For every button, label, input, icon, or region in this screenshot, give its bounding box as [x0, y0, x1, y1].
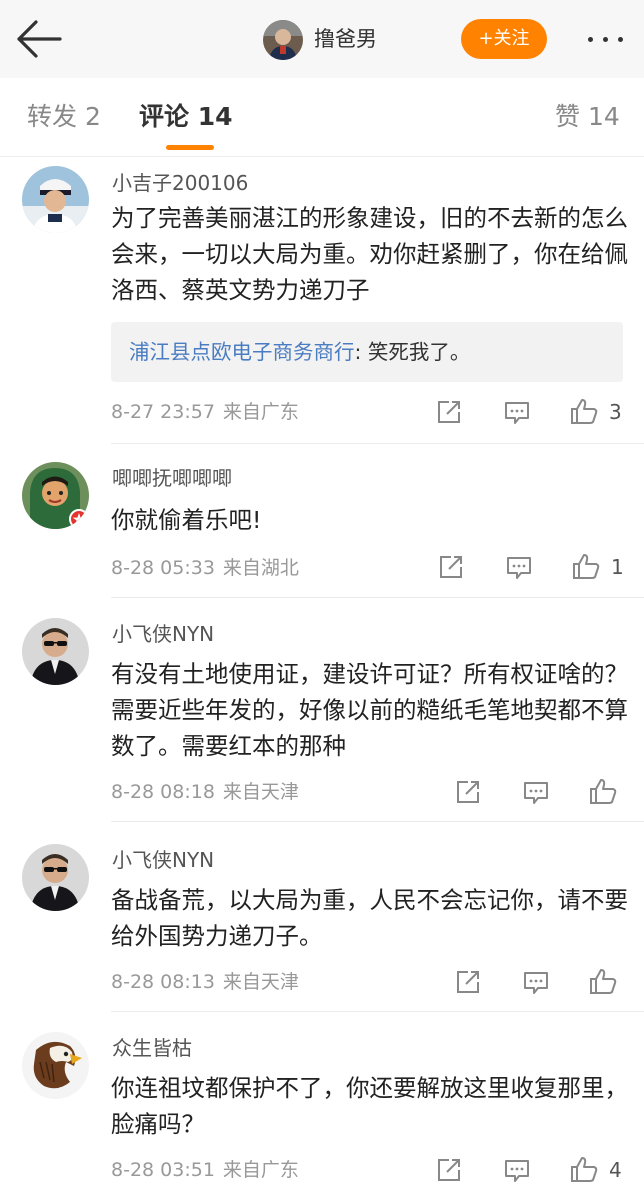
comment-text: 为了完善美丽湛江的形象建设，旧的不去新的怎么会来，一切以大局为重。劝你赶紧删了，… — [111, 204, 628, 304]
tab-reposts[interactable]: 转发 2 — [27, 100, 101, 134]
comment-location: 来自天津 — [222, 781, 299, 803]
like-count: 1 — [611, 555, 624, 579]
repost-icon[interactable] — [436, 1157, 462, 1187]
weibo-comments-page: 撸爸男 +关注 转发 2 评论 14 赞 14 小吉子200106 为了完善美丽… — [0, 0, 644, 1200]
comment-time: 8-28 05:33 — [111, 557, 215, 579]
comment-icon[interactable] — [503, 400, 531, 430]
tab-comments[interactable]: 评论 14 — [139, 100, 233, 134]
commenter-avatar[interactable] — [22, 1032, 89, 1099]
like-icon[interactable] — [588, 966, 618, 1000]
commenter-avatar[interactable] — [22, 462, 89, 529]
comment-location: 来自广东 — [222, 401, 299, 423]
repost-icon[interactable] — [455, 969, 481, 999]
comment-time: 8-27 23:57 — [111, 401, 215, 423]
more-options-icon[interactable] — [580, 24, 630, 54]
back-arrow-icon[interactable] — [14, 18, 64, 60]
comment-location: 来自湖北 — [222, 557, 299, 579]
tab-likes[interactable]: 赞 14 — [555, 100, 620, 134]
comment-item: 小飞侠NYN 有没有土地使用证，建设许可证？所有权证啥的？需要近些年发的，好像以… — [0, 598, 644, 822]
comment-time: 8-28 03:51 — [111, 1159, 215, 1181]
comment-meta: 8-28 03:51 来自广东 — [111, 1156, 299, 1184]
like-count: 4 — [609, 1158, 622, 1182]
comment-time: 8-28 08:13 — [111, 971, 215, 993]
comment-time: 8-28 08:18 — [111, 781, 215, 803]
repost-icon[interactable] — [455, 779, 481, 809]
repost-icon[interactable] — [436, 399, 462, 429]
commenter-avatar[interactable] — [22, 166, 89, 233]
commenter-name[interactable]: 小吉子200106 — [112, 169, 248, 197]
commenter-name[interactable]: 唧唧抚唧唧唧 — [112, 464, 232, 492]
comment-icon[interactable] — [522, 970, 550, 1000]
comment-location: 来自广东 — [222, 1159, 299, 1181]
comment-item: 唧唧抚唧唧唧 你就偷着乐吧! 8-28 05:33 来自湖北 1 — [0, 444, 644, 598]
comment-text: 有没有土地使用证，建设许可证？所有权证啥的？需要近些年发的，好像以前的糙纸毛笔地… — [111, 660, 628, 760]
like-icon[interactable] — [569, 1154, 599, 1188]
comment-text: 你就偷着乐吧! — [111, 506, 262, 534]
comment-text: 你连祖坟都保护不了，你还要解放这里收复那里，脸痛吗？ — [111, 1074, 628, 1138]
author-name[interactable]: 撸爸男 — [314, 24, 377, 54]
comment-icon[interactable] — [522, 780, 550, 810]
comment-item: 小吉子200106 为了完善美丽湛江的形象建设，旧的不去新的怎么会来，一切以大局… — [0, 156, 644, 444]
comment-item: 众生皆枯 你连祖坟都保护不了，你还要解放这里收复那里，脸痛吗？ 8-28 03:… — [0, 1012, 644, 1200]
like-icon[interactable] — [569, 396, 599, 430]
like-icon[interactable] — [571, 551, 601, 585]
comment-icon[interactable] — [505, 555, 533, 585]
comment-meta: 8-27 23:57 来自广东 — [111, 398, 299, 426]
comment-meta: 8-28 05:33 来自湖北 — [111, 554, 299, 582]
reply-preview[interactable]: 浦江县点欧电子商务商行: 笑死我了。 — [111, 322, 623, 382]
commenter-avatar[interactable] — [22, 618, 89, 685]
follow-button[interactable]: +关注 — [461, 19, 547, 59]
like-count: 3 — [609, 400, 622, 424]
like-icon[interactable] — [588, 776, 618, 810]
active-tab-indicator — [166, 145, 214, 150]
commenter-name[interactable]: 小飞侠NYN — [112, 620, 214, 648]
reply-user-link[interactable]: 浦江县点欧电子商务商行 — [129, 340, 355, 364]
commenter-name[interactable]: 众生皆枯 — [112, 1034, 192, 1062]
top-nav-bar: 撸爸男 +关注 — [0, 0, 644, 78]
reply-text: : 笑死我了。 — [354, 340, 471, 364]
comment-icon[interactable] — [503, 1158, 531, 1188]
comment-location: 来自天津 — [222, 971, 299, 993]
comment-item: 小飞侠NYN 备战备荒，以大局为重，人民不会忘记你，请不要给外国势力递刀子。 8… — [0, 822, 644, 1012]
commenter-name[interactable]: 小飞侠NYN — [112, 846, 214, 874]
commenter-avatar[interactable] — [22, 844, 89, 911]
comment-text: 备战备荒，以大局为重，人民不会忘记你，请不要给外国势力递刀子。 — [111, 886, 628, 950]
tab-bar: 转发 2 评论 14 赞 14 — [0, 78, 644, 157]
author-avatar[interactable] — [263, 20, 303, 60]
comment-meta: 8-28 08:18 来自天津 — [111, 778, 299, 806]
comment-meta: 8-28 08:13 来自天津 — [111, 968, 299, 996]
repost-icon[interactable] — [438, 554, 464, 584]
